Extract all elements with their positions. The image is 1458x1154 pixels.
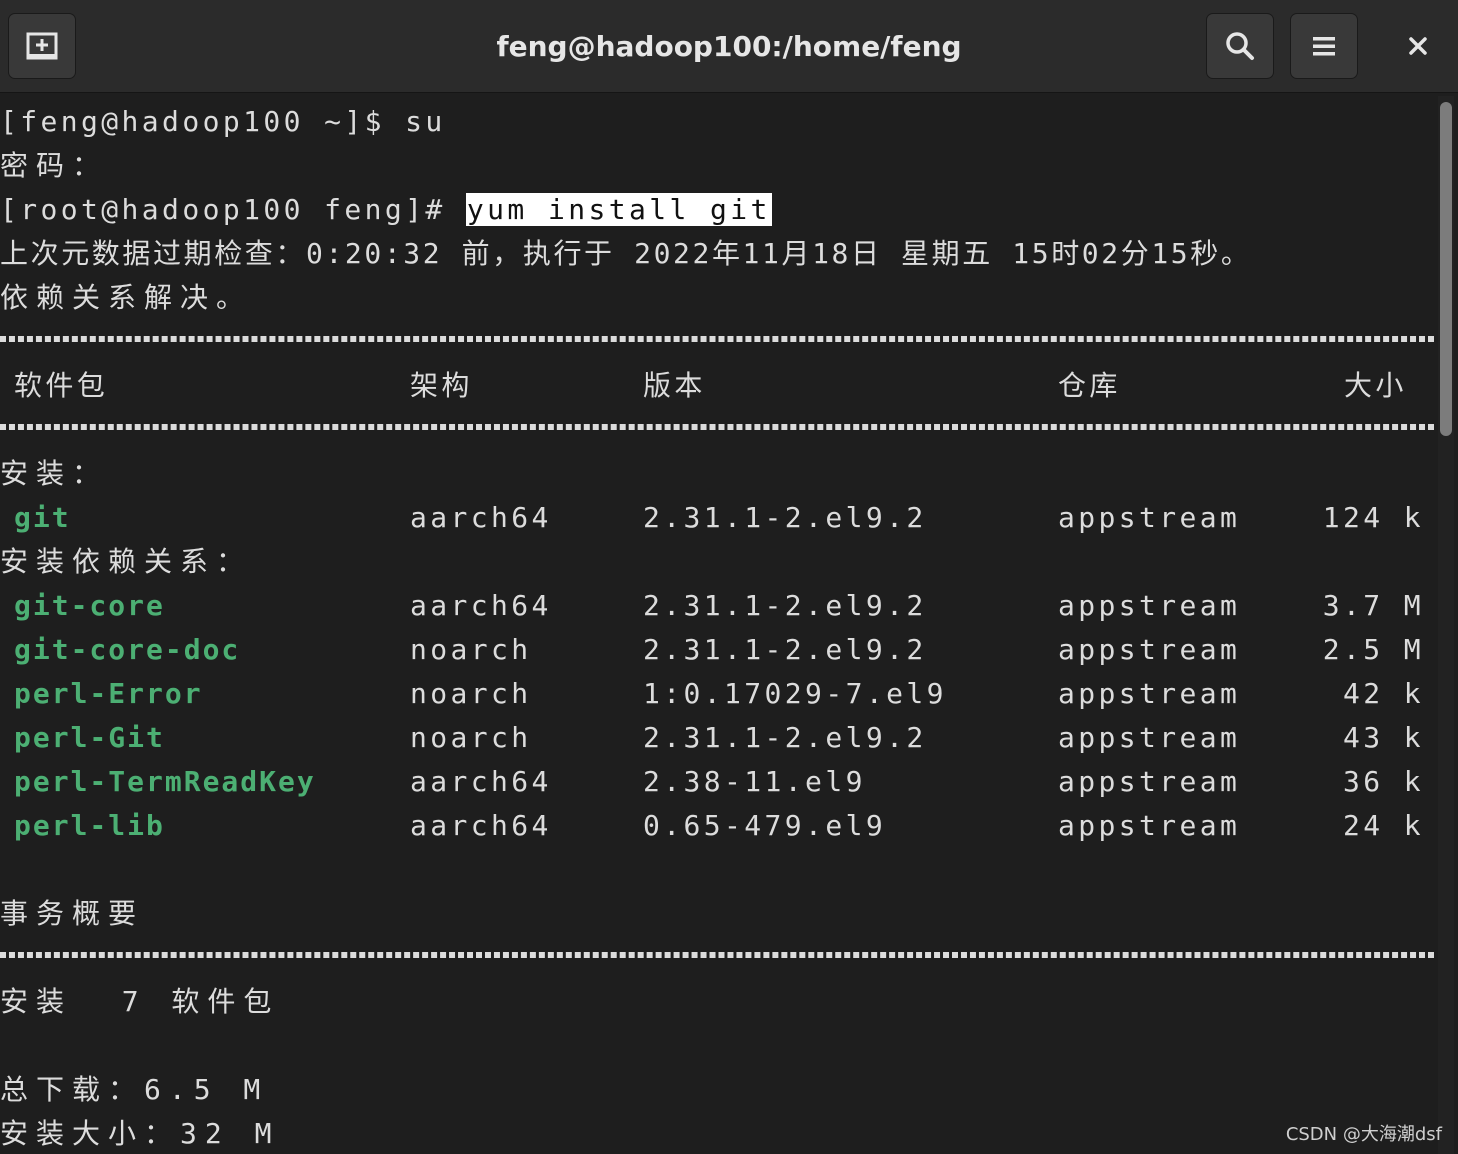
terminal-line: [feng@hadoop100 ~]$ su [0,105,446,138]
terminal-output[interactable]: [feng@hadoop100 ~]$ su 密码： [root@hadoop1… [0,96,1438,1154]
total-download: 总下载：6.5 M [0,1073,269,1106]
scrollbar[interactable] [1438,96,1454,1154]
prompt: [root@hadoop100 feng]# [0,193,466,226]
package-repo: appstream [1058,501,1241,534]
package-arch: aarch64 [410,765,552,798]
watermark: CSDN @大海潮dsf [1285,1124,1442,1145]
title-bar: feng@hadoop100:/home/feng [0,0,1458,93]
header-size: 大小 [1344,369,1407,402]
package-repo: appstream [1058,633,1241,666]
separator [0,952,1434,958]
summary-install: 安装 7 软件包 [0,985,280,1018]
package-name: perl-TermReadKey [14,765,316,798]
package-arch: aarch64 [410,809,552,842]
package-arch: noarch [410,721,532,754]
package-version: 2.38-11.el9 [643,765,866,798]
package-repo: appstream [1058,589,1241,622]
package-arch: aarch64 [410,589,552,622]
package-size: 124 k [1322,501,1424,534]
header-version: 版本 [643,369,706,402]
menu-button[interactable] [1290,13,1358,79]
deps-label: 安装依赖关系： [0,545,253,578]
install-size: 安装大小：32 M [0,1117,280,1150]
separator [0,336,1434,342]
package-version: 2.31.1-2.el9.2 [643,501,927,534]
package-arch: noarch [410,677,532,710]
package-size: 36 k [1342,765,1424,798]
header-package: 软件包 [14,369,109,402]
new-tab-button[interactable] [8,13,76,79]
header-repo: 仓库 [1058,369,1121,402]
package-name: perl-lib [14,809,165,842]
package-repo: appstream [1058,765,1241,798]
scrollbar-thumb[interactable] [1440,102,1452,436]
terminal-line: [root@hadoop100 feng]# yum install git [0,188,772,232]
package-size: 42 k [1342,677,1424,710]
search-icon [1226,32,1254,60]
package-repo: appstream [1058,721,1241,754]
separator [0,424,1434,430]
package-size: 24 k [1342,809,1424,842]
package-size: 43 k [1342,721,1424,754]
package-name: perl-Git [14,721,165,754]
package-repo: appstream [1058,809,1241,842]
package-name: git-core [14,589,165,622]
selected-command: yum install git [465,193,772,226]
close-button[interactable] [1392,13,1444,79]
package-repo: appstream [1058,677,1241,710]
package-version: 0.65-479.el9 [643,809,887,842]
package-version: 2.31.1-2.el9.2 [643,721,927,754]
package-version: 2.31.1-2.el9.2 [643,589,927,622]
hamburger-menu-icon [1313,37,1335,56]
package-name: git [14,501,71,534]
terminal-line: 上次元数据过期检查：0:20:32 前，执行于 2022年11月18日 星期五 … [0,237,1252,270]
header-arch: 架构 [410,369,473,402]
package-size: 3.7 M [1322,589,1424,622]
close-icon [1409,37,1427,55]
summary-label: 事务概要 [0,897,145,930]
install-label: 安装： [0,457,109,490]
package-version: 1:0.17029-7.el9 [643,677,947,710]
new-tab-icon [26,32,58,60]
search-button[interactable] [1206,13,1274,79]
package-version: 2.31.1-2.el9.2 [643,633,927,666]
package-name: git-core-doc [14,633,241,666]
package-arch: noarch [410,633,532,666]
package-arch: aarch64 [410,501,552,534]
terminal-line: 密码： [0,149,109,182]
package-name: perl-Error [14,677,203,710]
package-size: 2.5 M [1322,633,1424,666]
terminal-line: 依赖关系解决。 [0,281,253,314]
